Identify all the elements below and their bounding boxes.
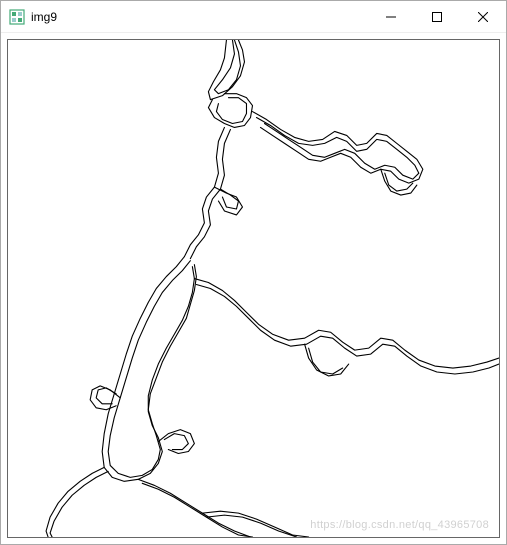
minimize-button[interactable] (368, 1, 414, 32)
close-button[interactable] (460, 1, 506, 32)
image-canvas: https://blog.csdn.net/qq_43965708 (8, 40, 499, 537)
minimize-icon (386, 12, 396, 22)
app-window: img9 (0, 0, 507, 545)
app-icon (9, 9, 25, 25)
window-controls (368, 1, 506, 32)
maximize-button[interactable] (414, 1, 460, 32)
titlebar: img9 (1, 1, 506, 33)
maximize-icon (432, 12, 442, 22)
window-title: img9 (31, 10, 368, 24)
content-area: https://blog.csdn.net/qq_43965708 (7, 39, 500, 538)
close-icon (478, 12, 488, 22)
